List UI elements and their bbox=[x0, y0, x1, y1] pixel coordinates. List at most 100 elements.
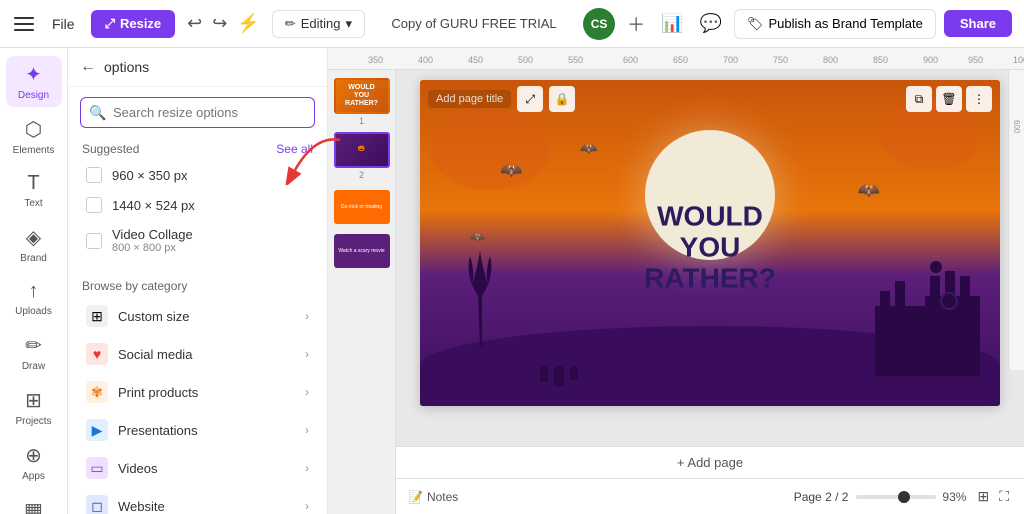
notes-button[interactable]: 📝 Notes bbox=[408, 490, 458, 504]
resize-icon: ⤢ bbox=[105, 16, 115, 32]
bat-3: 🦇 bbox=[858, 180, 880, 201]
sidebar-item-design[interactable]: ✦ Design bbox=[6, 56, 62, 107]
thumb-number-1: 1 bbox=[334, 116, 390, 126]
publish-button[interactable]: 🏷 Publish as Brand Template bbox=[734, 9, 936, 39]
main-headline: WOULD YOU RATHER? bbox=[644, 201, 776, 293]
fullscreen-button[interactable]: ⛶ bbox=[996, 485, 1012, 508]
add-collaborator-button[interactable]: ＋ bbox=[623, 7, 649, 41]
notes-icon: 📝 bbox=[408, 490, 423, 504]
sub-thumb-1: Go trick or treating bbox=[334, 190, 390, 224]
back-button[interactable]: ← bbox=[80, 58, 96, 76]
brand-icon: 🏷 bbox=[747, 16, 764, 32]
sidebar-item-projects[interactable]: ⊞ Projects bbox=[6, 382, 62, 433]
sidebar-item-label: Draw bbox=[22, 361, 45, 372]
category-label-print: Print products bbox=[118, 385, 198, 400]
undo-button[interactable]: ↩ bbox=[183, 9, 206, 38]
canvas-copy-btn[interactable]: ⧉ bbox=[906, 86, 932, 112]
elements-icon: ⬡ bbox=[25, 117, 42, 142]
bottom-bar: 📝 Notes Page 2 / 2 93% ⊞ ⛶ bbox=[396, 478, 1024, 514]
sidebar-item-draw[interactable]: ✏ Draw bbox=[6, 327, 62, 378]
preset-name-1440: 1440 × 524 px bbox=[112, 198, 195, 213]
preset-checkbox-1440[interactable] bbox=[86, 197, 102, 213]
add-page-label: + Add page bbox=[677, 455, 743, 470]
website-icon: ◻ bbox=[86, 495, 108, 514]
canvas-expand-btn[interactable]: ⤢ bbox=[517, 86, 543, 112]
page-thumbnail-2[interactable]: 🎃 bbox=[334, 132, 390, 168]
undo-redo-group: ↩ ↪ ⚡ bbox=[183, 9, 264, 38]
preset-item-video-collage[interactable]: Video Collage 800 × 800 px bbox=[72, 220, 323, 261]
design-canvas[interactable]: 🦇 🦇 🦇 🦇 WOULD YOU RATHER? bbox=[420, 80, 1000, 406]
add-page-bar[interactable]: + Add page bbox=[396, 446, 1024, 478]
canvas-delete-btn[interactable]: 🗑 bbox=[936, 86, 962, 112]
bat-2: 🦇 bbox=[580, 140, 597, 157]
sub-page-thumb-1a[interactable]: Go trick or treating bbox=[334, 190, 390, 224]
avatar[interactable]: CS bbox=[583, 8, 615, 40]
search-input[interactable] bbox=[80, 97, 315, 128]
search-box: 🔍 bbox=[80, 97, 315, 128]
zoom-slider[interactable] bbox=[856, 495, 936, 499]
category-print[interactable]: ✾ Print products › bbox=[72, 373, 323, 411]
page-title-bar: Add page title ⤢ 🔒 bbox=[428, 86, 575, 112]
sidebar-item-apps[interactable]: ⊕ Apps bbox=[6, 437, 62, 488]
sidebar-item-label: Brand bbox=[20, 253, 47, 264]
preset-item-960[interactable]: 960 × 350 px bbox=[72, 160, 323, 190]
menu-button[interactable] bbox=[12, 12, 36, 36]
custom-size-icon: ⊞ bbox=[86, 305, 108, 327]
preset-video-name: Video Collage bbox=[112, 227, 193, 242]
resize-button[interactable]: ⤢ Resize bbox=[91, 10, 176, 38]
document-title: Copy of GURU FREE TRIAL bbox=[391, 16, 556, 31]
preset-item-1440[interactable]: 1440 × 524 px bbox=[72, 190, 323, 220]
sidebar-item-label: Design bbox=[18, 90, 49, 101]
preset-checkbox-video[interactable] bbox=[86, 233, 102, 249]
sidebar-item-background[interactable]: ▦ Background bbox=[6, 492, 62, 514]
ruler: 350 400 450 500 550 600 650 700 750 800 … bbox=[328, 48, 1024, 70]
thumb-wrap-1: WOULDYOURATHER? 1 bbox=[334, 78, 390, 126]
sidebar-item-elements[interactable]: ⬡ Elements bbox=[6, 111, 62, 162]
comments-button[interactable]: 💬 bbox=[696, 9, 726, 38]
zoom-thumb bbox=[898, 491, 910, 503]
presentations-icon: ▶ bbox=[86, 419, 108, 441]
suggested-section-header: Suggested See all bbox=[68, 136, 327, 160]
analytics-button[interactable]: 📊 bbox=[657, 9, 687, 38]
sub-page-thumb-2a[interactable]: Watch a scary movie bbox=[334, 234, 390, 268]
projects-icon: ⊞ bbox=[25, 388, 42, 413]
main-layout: ✦ Design ⬡ Elements T Text ◈ Brand ↑ Upl… bbox=[0, 48, 1024, 514]
magic-button[interactable]: ⚡ bbox=[233, 9, 263, 38]
zoom-level: 93% bbox=[942, 490, 966, 504]
category-videos[interactable]: ▭ Videos › bbox=[72, 449, 323, 487]
sidebar-item-uploads[interactable]: ↑ Uploads bbox=[6, 274, 62, 323]
canvas-more-btn[interactable]: ⋮ bbox=[966, 86, 992, 112]
category-website[interactable]: ◻ Website › bbox=[72, 487, 323, 514]
chevron-right-icon-social: › bbox=[305, 347, 309, 361]
page-thumbnail-1[interactable]: WOULDYOURATHER? bbox=[334, 78, 390, 114]
design-icon: ✦ bbox=[25, 62, 42, 87]
sidebar-item-label: Text bbox=[24, 198, 42, 209]
topbar: File ⤢ Resize ↩ ↪ ⚡ ✏ Editing ▾ Copy of … bbox=[0, 0, 1024, 48]
chevron-down-icon: ▾ bbox=[345, 16, 352, 32]
grid-view-button[interactable]: ⊞ bbox=[974, 485, 992, 508]
view-icons: ⊞ ⛶ bbox=[974, 485, 1012, 508]
resize-panel-header: ← options bbox=[68, 48, 327, 87]
notes-label: Notes bbox=[427, 490, 458, 504]
see-all-link[interactable]: See all bbox=[276, 142, 313, 156]
sidebar-item-label: Elements bbox=[13, 145, 55, 156]
thumb-wrap-2: 🎃 2 bbox=[334, 132, 390, 180]
resize-panel-title: options bbox=[104, 59, 149, 75]
headline-line2: YOU bbox=[644, 232, 776, 263]
share-button[interactable]: Share bbox=[944, 10, 1012, 37]
file-menu[interactable]: File bbox=[44, 12, 83, 36]
sidebar-item-label: Uploads bbox=[15, 306, 52, 317]
draw-icon: ✏ bbox=[25, 333, 42, 358]
redo-button[interactable]: ↪ bbox=[208, 9, 231, 38]
category-custom[interactable]: ⊞ Custom size › bbox=[72, 297, 323, 335]
apps-icon: ⊕ bbox=[25, 443, 42, 468]
sidebar-item-text[interactable]: T Text bbox=[6, 166, 62, 215]
page-indicator: Page 2 / 2 bbox=[794, 490, 849, 504]
category-social[interactable]: ♥ Social media › bbox=[72, 335, 323, 373]
sidebar-item-brand[interactable]: ◈ Brand bbox=[6, 219, 62, 270]
canvas-lock-btn[interactable]: 🔒 bbox=[549, 86, 575, 112]
add-page-title[interactable]: Add page title bbox=[428, 90, 511, 108]
editing-button[interactable]: ✏ Editing ▾ bbox=[272, 10, 365, 38]
preset-checkbox-960[interactable] bbox=[86, 167, 102, 183]
category-presentations[interactable]: ▶ Presentations › bbox=[72, 411, 323, 449]
